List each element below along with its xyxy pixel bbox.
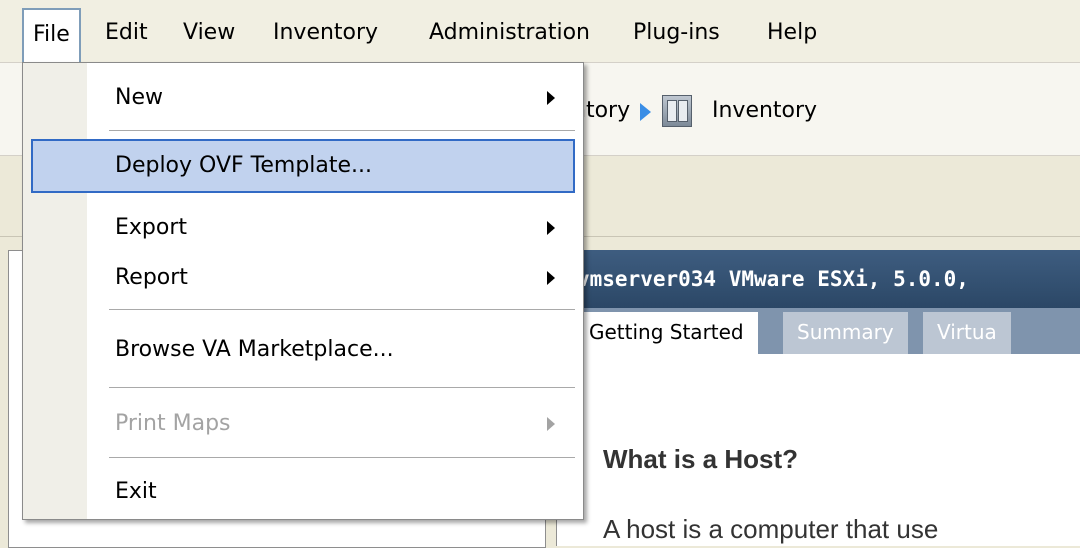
breadcrumb-inventory[interactable]: Inventory bbox=[712, 98, 817, 123]
breadcrumb-arrow-icon bbox=[640, 103, 651, 121]
menu-inventory[interactable]: Inventory bbox=[264, 10, 387, 56]
menu-plugins[interactable]: Plug-ins bbox=[624, 10, 729, 56]
menu-item-browse-va-marketplace[interactable]: Browse VA Marketplace... bbox=[115, 325, 394, 375]
menu-administration[interactable]: Administration bbox=[420, 10, 599, 56]
menu-separator bbox=[109, 387, 575, 389]
menu-icon-gutter bbox=[23, 63, 87, 519]
section-paragraph: A host is a computer that use bbox=[603, 514, 939, 544]
tab-virtual-machines[interactable]: Virtua bbox=[923, 312, 1011, 354]
menu-help[interactable]: Help bbox=[758, 10, 826, 56]
tab-getting-started[interactable]: Getting Started bbox=[575, 312, 758, 354]
menu-separator bbox=[109, 457, 575, 459]
submenu-arrow-icon bbox=[547, 221, 555, 235]
menu-item-exit[interactable]: Exit bbox=[115, 467, 157, 517]
menu-item-deploy-ovf-template[interactable]: Deploy OVF Template... bbox=[115, 141, 372, 191]
menu-view[interactable]: View bbox=[174, 10, 244, 56]
menu-separator bbox=[109, 130, 575, 132]
file-menu-dropdown: New Deploy OVF Template... Export Report… bbox=[22, 62, 584, 520]
main-content: vmserver034 VMware ESXi, 5.0.0, Getting … bbox=[556, 250, 1080, 546]
menu-bar: File Edit View Inventory Administration … bbox=[0, 0, 1080, 64]
section-heading: What is a Host? bbox=[603, 444, 799, 474]
tab-strip: Getting Started Summary Virtua bbox=[557, 308, 1080, 354]
host-title-bar: vmserver034 VMware ESXi, 5.0.0, bbox=[557, 250, 1080, 308]
menu-item-report[interactable]: Report bbox=[115, 253, 188, 303]
inventory-icon bbox=[662, 95, 692, 127]
menu-edit[interactable]: Edit bbox=[96, 10, 157, 56]
submenu-arrow-icon bbox=[547, 417, 555, 431]
submenu-arrow-icon bbox=[547, 91, 555, 105]
menu-separator bbox=[109, 309, 575, 311]
menu-item-print-maps: Print Maps bbox=[115, 411, 231, 436]
menu-file[interactable]: File bbox=[22, 8, 81, 64]
tab-summary[interactable]: Summary bbox=[783, 312, 908, 354]
submenu-arrow-icon bbox=[547, 271, 555, 285]
menu-item-new[interactable]: New bbox=[115, 73, 163, 123]
menu-item-export[interactable]: Export bbox=[115, 203, 187, 253]
